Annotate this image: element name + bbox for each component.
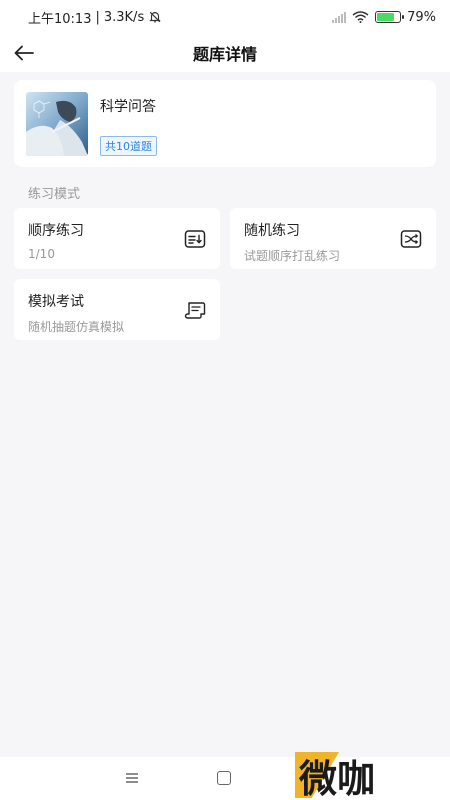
bank-name: 科学问答 — [100, 98, 156, 115]
mode-title: 顺序练习 — [28, 223, 84, 239]
bell-off-icon — [149, 11, 161, 23]
mode-card-sequential[interactable]: 顺序练习 1/10 — [14, 208, 220, 269]
question-count-badge: 共10道题 — [100, 135, 157, 156]
bank-info: 科学问答 共10道题 — [100, 92, 157, 156]
status-time: 上午10:13 — [28, 11, 92, 27]
status-bar: 上午10:13 | 3.3K/s 79% — [0, 0, 450, 34]
list-sequence-icon — [184, 230, 206, 248]
status-right: 79% — [332, 10, 436, 25]
exam-scroll-icon — [184, 302, 206, 319]
watermark-text: 微咖 — [299, 756, 376, 800]
status-separator: | — [95, 9, 100, 25]
watermark-logo: 微咖 — [295, 750, 415, 800]
mode-card-mock-exam[interactable]: 模拟考试 随机抽题仿真模拟 — [14, 279, 220, 340]
battery-fill — [377, 13, 395, 21]
page-title: 题库详情 — [192, 45, 257, 64]
battery-percent: 79% — [407, 9, 436, 25]
status-left: 上午10:13 | 3.3K/s — [28, 8, 162, 27]
shuffle-icon — [400, 230, 422, 248]
back-button[interactable] — [10, 39, 38, 67]
question-bank-card: 科学问答 共10道题 — [14, 80, 436, 167]
network-speed: 3.3K/s — [103, 9, 145, 25]
battery-icon — [375, 11, 405, 23]
mode-desc: 试题顺序打乱练习 — [244, 249, 341, 263]
practice-mode-label: 练习模式 — [28, 187, 81, 202]
bank-thumbnail — [26, 91, 88, 156]
menu-icon[interactable] — [124, 770, 140, 786]
mode-progress: 1/10 — [28, 247, 55, 261]
mode-title: 模拟考试 — [28, 294, 84, 310]
mode-card-random[interactable]: 随机练习 试题顺序打乱练习 — [230, 208, 436, 269]
mode-desc: 随机抽题仿真模拟 — [28, 320, 125, 334]
wifi-icon — [352, 11, 369, 23]
app-header: 题库详情 — [0, 34, 450, 72]
mode-title: 随机练习 — [244, 223, 300, 239]
cell-signal-icon — [332, 11, 347, 23]
home-square-icon[interactable] — [217, 771, 231, 785]
arrow-left-icon — [14, 45, 34, 61]
